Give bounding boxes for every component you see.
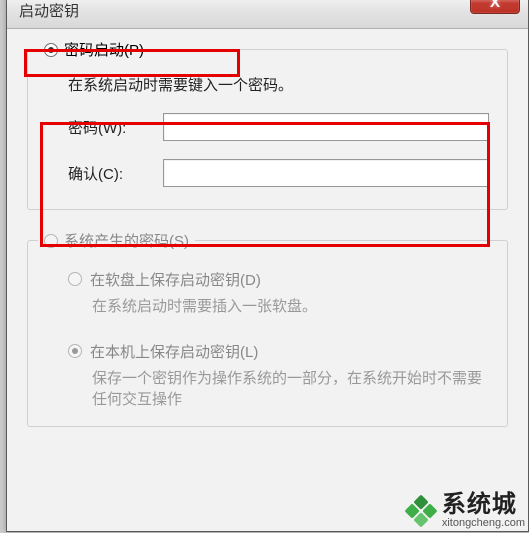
group-system-label: 系统产生的密码(S) — [64, 230, 189, 251]
watermark-url: xitongcheng.com — [442, 518, 525, 529]
close-button[interactable]: X — [470, 0, 520, 14]
watermark: 系统城 xitongcheng.com — [408, 493, 525, 529]
titlebar[interactable]: 启动密钥 X — [7, 0, 528, 29]
watermark-logo-icon — [404, 494, 437, 527]
watermark-brand: 系统城 — [442, 493, 525, 517]
option-floppy: 在软盘上保存启动密钥(D) — [68, 269, 489, 290]
confirm-input[interactable] — [163, 159, 489, 187]
password-row: 密码(W): — [68, 113, 489, 141]
radio-system-password[interactable] — [44, 234, 58, 248]
watermark-text: 系统城 xitongcheng.com — [442, 493, 525, 529]
group-password-label: 密码启动(P) — [64, 39, 144, 60]
group-password-startup: 密码启动(P) 在系统启动时需要键入一个密码。 密码(W): 确认(C): — [27, 49, 508, 210]
window-title: 启动密钥 — [19, 0, 79, 21]
option-floppy-label: 在软盘上保存启动密钥(D) — [90, 269, 261, 290]
group-system-password: 系统产生的密码(S) 在软盘上保存启动密钥(D) 在系统启动时需要插入一张软盘。… — [27, 240, 508, 427]
option-local-desc: 保存一个密钥作为操作系统的一部分，在系统开始时不需要任何交互操作 — [92, 368, 489, 410]
radio-floppy — [68, 272, 82, 286]
group-system-legend[interactable]: 系统产生的密码(S) — [38, 230, 195, 251]
password-input[interactable] — [163, 113, 489, 141]
option-local-label: 在本机上保存启动密钥(L) — [90, 341, 258, 362]
option-local: 在本机上保存启动密钥(L) — [68, 341, 489, 362]
dialog-window: 启动密钥 X 密码启动(P) 在系统启动时需要键入一个密码。 密码(W): 确认… — [6, 0, 529, 532]
radio-password-startup[interactable] — [44, 43, 58, 57]
password-label: 密码(W): — [68, 117, 163, 138]
group-password-legend[interactable]: 密码启动(P) — [38, 39, 150, 60]
radio-local — [68, 344, 82, 358]
close-icon: X — [490, 0, 500, 11]
client-area: 密码启动(P) 在系统启动时需要键入一个密码。 密码(W): 确认(C): 系统… — [7, 29, 528, 531]
confirm-row: 确认(C): — [68, 159, 489, 187]
confirm-label: 确认(C): — [68, 163, 163, 184]
password-description: 在系统启动时需要键入一个密码。 — [68, 74, 489, 95]
option-floppy-desc: 在系统启动时需要插入一张软盘。 — [92, 296, 489, 317]
